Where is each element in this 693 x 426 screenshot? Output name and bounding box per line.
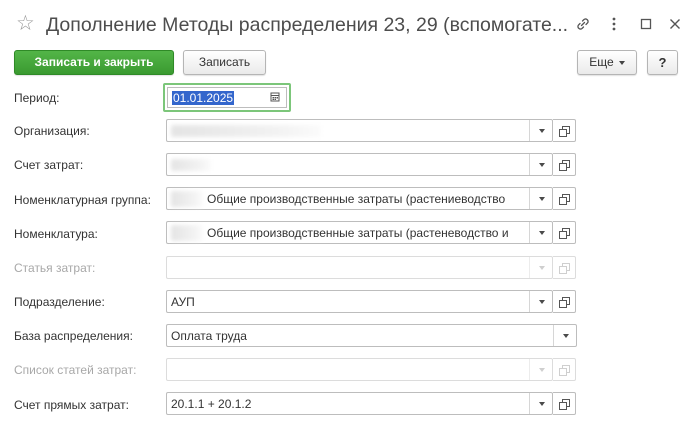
cost-account-label: Счет затрат: bbox=[14, 158, 84, 172]
open-icon bbox=[559, 126, 570, 137]
save-button[interactable]: Записать bbox=[183, 50, 266, 75]
distribution-base-label: База распределения: bbox=[14, 329, 133, 343]
cost-account-field[interactable] bbox=[166, 153, 553, 176]
dropdown-button[interactable] bbox=[553, 325, 576, 346]
dropdown-button[interactable] bbox=[529, 154, 552, 175]
open-icon bbox=[559, 263, 570, 274]
direct-cost-account-open-button[interactable] bbox=[553, 392, 576, 415]
open-icon bbox=[559, 365, 570, 376]
more-menu-button[interactable]: Еще bbox=[577, 50, 637, 75]
distribution-base-field[interactable]: Оплата труда bbox=[166, 324, 577, 347]
redacted-value bbox=[171, 159, 211, 171]
open-icon bbox=[559, 228, 570, 239]
save-and-close-button[interactable]: Записать и закрыть bbox=[14, 50, 174, 75]
direct-cost-account-label: Счет прямых затрат: bbox=[14, 398, 129, 412]
redacted-value bbox=[171, 125, 321, 137]
dropdown-button[interactable] bbox=[529, 393, 552, 414]
chevron-down-icon bbox=[539, 197, 545, 201]
organization-label: Организация: bbox=[14, 124, 90, 138]
chevron-down-icon bbox=[539, 300, 545, 304]
chevron-down-icon bbox=[539, 231, 545, 235]
cost-items-list-label: Список статей затрат: bbox=[14, 363, 137, 377]
nomenclature-group-value: Общие производственные затраты (растение… bbox=[207, 192, 506, 206]
period-label: Период: bbox=[14, 91, 60, 105]
direct-cost-account-value: 20.1.1 + 20.1.2 bbox=[171, 397, 252, 411]
nomenclature-group-field[interactable]: Общие производственные затраты (растение… bbox=[166, 187, 553, 210]
more-icon[interactable] bbox=[605, 15, 623, 33]
open-icon bbox=[559, 194, 570, 205]
title-bar: ☆ Дополнение Методы распределения 23, 29… bbox=[0, 0, 693, 46]
cost-items-list-open-button bbox=[553, 358, 576, 381]
cost-item-label: Статья затрат: bbox=[14, 261, 96, 275]
chevron-down-icon bbox=[539, 402, 545, 406]
open-icon bbox=[559, 399, 570, 410]
close-icon[interactable] bbox=[666, 15, 684, 33]
chevron-down-icon bbox=[618, 60, 625, 65]
redacted-value bbox=[171, 225, 203, 241]
department-value: АУП bbox=[171, 295, 195, 309]
dropdown-button bbox=[529, 359, 552, 380]
nomenclature-value: Общие производственные затраты (растенев… bbox=[207, 226, 509, 240]
maximize-icon[interactable] bbox=[637, 15, 655, 33]
star-icon[interactable]: ☆ bbox=[16, 12, 35, 36]
period-value[interactable]: 01.01.2025 bbox=[172, 91, 235, 105]
calendar-icon[interactable] bbox=[264, 88, 286, 107]
nomenclature-group-open-button[interactable] bbox=[553, 187, 576, 210]
open-icon bbox=[559, 160, 570, 171]
dropdown-button bbox=[529, 257, 552, 278]
chevron-down-icon bbox=[539, 266, 545, 270]
redacted-value bbox=[171, 191, 203, 207]
cost-item-open-button bbox=[553, 256, 576, 279]
period-input[interactable]: 01.01.2025 bbox=[167, 87, 287, 108]
open-icon bbox=[559, 297, 570, 308]
cost-account-open-button[interactable] bbox=[553, 153, 576, 176]
department-open-button[interactable] bbox=[553, 290, 576, 313]
chevron-down-icon bbox=[563, 334, 569, 338]
distribution-base-value: Оплата труда bbox=[171, 329, 247, 343]
chevron-down-icon bbox=[539, 163, 545, 167]
organization-field[interactable] bbox=[166, 119, 553, 142]
cost-item-field bbox=[166, 256, 553, 279]
nomenclature-label: Номенклатура: bbox=[14, 227, 98, 241]
organization-open-button[interactable] bbox=[553, 119, 576, 142]
dropdown-button[interactable] bbox=[529, 222, 552, 243]
link-icon[interactable] bbox=[574, 15, 592, 33]
dropdown-button[interactable] bbox=[529, 188, 552, 209]
more-label: Еще bbox=[589, 55, 614, 69]
direct-cost-account-field[interactable]: 20.1.1 + 20.1.2 bbox=[166, 392, 553, 415]
cost-items-list-field bbox=[166, 358, 553, 381]
department-label: Подразделение: bbox=[14, 295, 105, 309]
nomenclature-group-label: Номенклатурная группа: bbox=[14, 193, 151, 207]
department-field[interactable]: АУП bbox=[166, 290, 553, 313]
window-title: Дополнение Методы распределения 23, 29 (… bbox=[46, 14, 569, 36]
help-button[interactable]: ? bbox=[647, 50, 678, 75]
nomenclature-field[interactable]: Общие производственные затраты (растенев… bbox=[166, 221, 553, 244]
nomenclature-open-button[interactable] bbox=[553, 221, 576, 244]
chevron-down-icon bbox=[539, 368, 545, 372]
dropdown-button[interactable] bbox=[529, 291, 552, 312]
chevron-down-icon bbox=[539, 129, 545, 133]
dropdown-button[interactable] bbox=[529, 120, 552, 141]
period-field-focus: 01.01.2025 bbox=[163, 83, 291, 112]
